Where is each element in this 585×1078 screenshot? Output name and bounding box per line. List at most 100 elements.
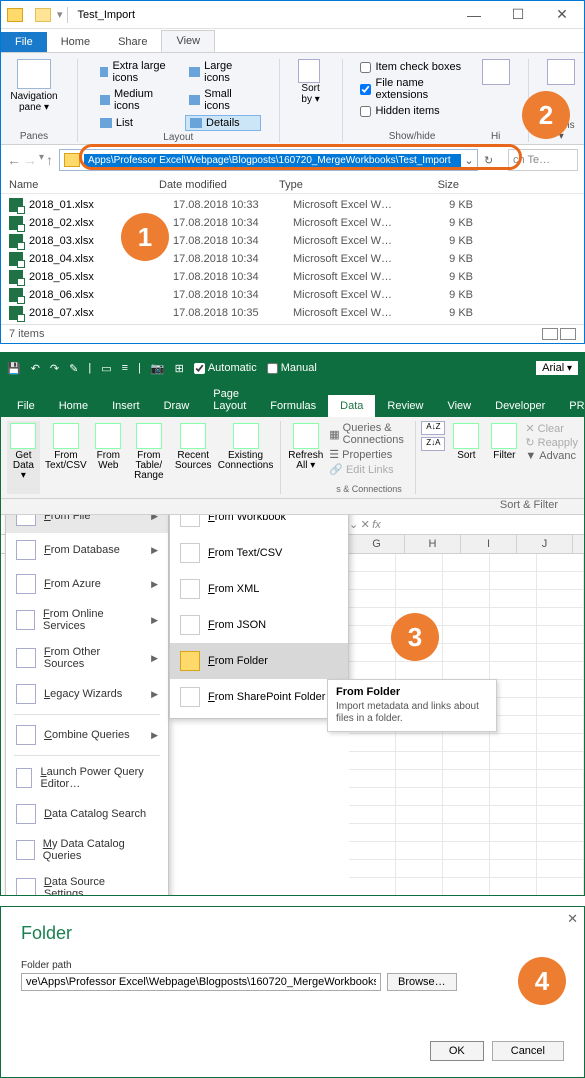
tab-review[interactable]: Review <box>375 395 435 417</box>
pivot-icon[interactable]: ⊞ <box>175 362 184 375</box>
file-row[interactable]: 2018_06.xlsx17.08.2018 10:34Microsoft Ex… <box>9 286 576 304</box>
from-table-button[interactable]: From Table/ Range <box>129 421 169 494</box>
tab-share[interactable]: Share <box>104 32 161 52</box>
cell[interactable] <box>349 590 396 608</box>
close-button[interactable]: ✕ <box>540 1 584 29</box>
calc-automatic[interactable]: Automatic <box>194 362 257 374</box>
menu-legacy[interactable]: Legacy Wizards▶ <box>6 677 168 711</box>
clear-button[interactable]: ✕ Clear <box>525 422 578 435</box>
col-name[interactable]: Name <box>9 179 159 191</box>
cell[interactable] <box>396 626 443 644</box>
file-row[interactable]: 2018_01.xlsx17.08.2018 10:33Microsoft Ex… <box>9 196 576 214</box>
cell[interactable] <box>537 806 584 824</box>
cell[interactable] <box>537 554 584 572</box>
cell[interactable] <box>537 824 584 842</box>
sort-by-button[interactable]: Sort by ▾ <box>298 59 324 105</box>
submenu-json[interactable]: From JSON <box>170 607 348 643</box>
cell[interactable] <box>537 734 584 752</box>
cell[interactable] <box>349 734 396 752</box>
cell[interactable] <box>349 626 396 644</box>
edit-links-button[interactable]: 🔗 Edit Links <box>329 463 408 476</box>
cell[interactable] <box>490 590 537 608</box>
redo-icon[interactable]: ↷ <box>50 362 59 375</box>
file-row[interactable]: 2018_07.xlsx17.08.2018 10:35Microsoft Ex… <box>9 304 576 322</box>
tab-file[interactable]: File <box>5 395 47 417</box>
cell[interactable] <box>490 608 537 626</box>
calc-manual[interactable]: Manual <box>267 362 317 374</box>
sort-button[interactable]: Sort <box>449 421 483 463</box>
menu-pqe[interactable]: Launch Power Query Editor… <box>6 759 168 797</box>
cell[interactable] <box>490 878 537 895</box>
camera-icon[interactable]: 📷 <box>151 362 165 375</box>
cell[interactable] <box>396 734 443 752</box>
navigation-pane-button[interactable]: Navigation pane ▾ <box>9 59 59 113</box>
submenu-sp[interactable]: From SharePoint Folder <box>170 679 348 715</box>
folder-path-input[interactable] <box>21 973 381 991</box>
col-header[interactable]: J <box>517 535 573 553</box>
options-button[interactable] <box>547 59 575 85</box>
recent-sources-button[interactable]: Recent Sources <box>173 421 214 494</box>
tab-home[interactable]: Home <box>47 32 104 52</box>
cell[interactable] <box>537 788 584 806</box>
cell[interactable] <box>537 752 584 770</box>
hide-button[interactable] <box>482 59 510 85</box>
search-box[interactable]: ch Te… <box>508 149 578 171</box>
cell[interactable] <box>490 860 537 878</box>
cell[interactable] <box>490 788 537 806</box>
cell[interactable] <box>396 662 443 680</box>
forward-button[interactable]: → <box>23 152 37 168</box>
cell[interactable] <box>396 770 443 788</box>
from-csv-button[interactable]: From Text/CSV <box>44 421 88 494</box>
cell[interactable] <box>537 662 584 680</box>
minimize-button[interactable]: — <box>452 1 496 29</box>
maximize-button[interactable]: ☐ <box>496 1 540 29</box>
cell[interactable] <box>396 824 443 842</box>
col-header[interactable]: H <box>405 535 461 553</box>
submenu-wb[interactable]: From Workbook <box>170 515 348 535</box>
menu-online[interactable]: From Online Services▶ <box>6 601 168 639</box>
cell[interactable] <box>537 842 584 860</box>
cell[interactable] <box>490 644 537 662</box>
cell[interactable] <box>537 590 584 608</box>
cell[interactable] <box>443 752 490 770</box>
cell[interactable] <box>490 554 537 572</box>
cell[interactable] <box>349 770 396 788</box>
cell[interactable] <box>349 608 396 626</box>
cell[interactable] <box>490 770 537 788</box>
file-row[interactable]: 2018_05.xlsx17.08.2018 10:34Microsoft Ex… <box>9 268 576 286</box>
menu-other[interactable]: From Other Sources▶ <box>6 639 168 677</box>
tab-insert[interactable]: Insert <box>100 395 152 417</box>
cell[interactable] <box>443 734 490 752</box>
submenu-folder[interactable]: From Folder <box>170 643 348 679</box>
cell[interactable] <box>537 644 584 662</box>
cell[interactable] <box>537 626 584 644</box>
properties-button[interactable]: ☰ Properties <box>329 448 408 461</box>
get-data-button[interactable]: Get Data ▾ <box>7 421 40 494</box>
cell[interactable] <box>396 608 443 626</box>
layout-medium[interactable]: Medium icons <box>96 87 175 113</box>
address-bar[interactable]: Apps\Professor Excel\Webpage\Blogposts\1… <box>59 149 478 171</box>
address-path[interactable]: Apps\Professor Excel\Webpage\Blogposts\1… <box>84 154 461 167</box>
tab-pro[interactable]: PRO <box>557 395 585 417</box>
reapply-button[interactable]: ↻ Reapply <box>525 436 578 449</box>
cell[interactable] <box>349 860 396 878</box>
cell[interactable] <box>537 716 584 734</box>
browse-button[interactable]: Browse… <box>387 973 457 991</box>
cell[interactable] <box>490 698 537 716</box>
cell[interactable] <box>443 662 490 680</box>
cell[interactable] <box>443 644 490 662</box>
col-header[interactable]: K <box>573 535 584 553</box>
cell[interactable] <box>443 770 490 788</box>
file-row[interactable]: 2018_04.xlsx17.08.2018 10:34Microsoft Ex… <box>9 250 576 268</box>
menu-dcs[interactable]: Data Catalog Search <box>6 797 168 831</box>
paint-icon[interactable]: ✎ <box>69 362 78 375</box>
cell[interactable] <box>396 860 443 878</box>
cell[interactable] <box>490 824 537 842</box>
from-web-button[interactable]: From Web <box>92 421 125 494</box>
cell[interactable] <box>537 698 584 716</box>
cell[interactable] <box>443 554 490 572</box>
cell[interactable] <box>396 788 443 806</box>
ok-button[interactable]: OK <box>430 1041 484 1061</box>
filter-button[interactable]: Filter <box>487 421 521 463</box>
cell[interactable] <box>490 842 537 860</box>
